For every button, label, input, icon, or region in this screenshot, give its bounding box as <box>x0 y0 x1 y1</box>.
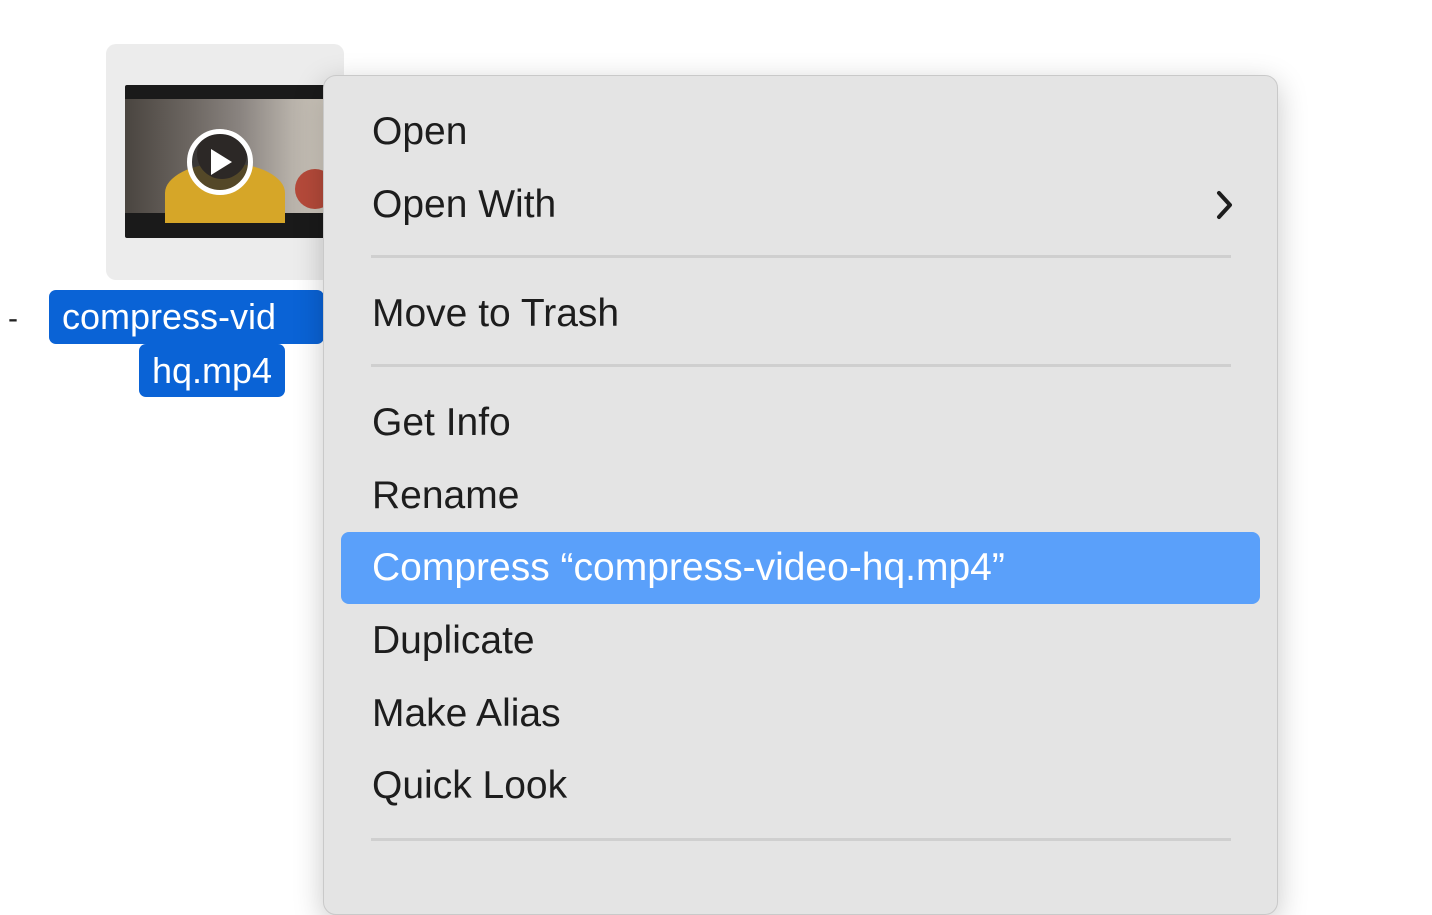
menu-item-make-alias[interactable]: Make Alias <box>341 678 1260 750</box>
menu-item-label: Move to Trash <box>372 292 620 335</box>
menu-item-quick-look[interactable]: Quick Look <box>341 750 1260 822</box>
menu-item-label: Open <box>372 110 468 153</box>
stray-dash-text: - <box>8 302 18 335</box>
menu-item-label: Get Info <box>372 401 511 444</box>
menu-item-open-with[interactable]: Open With <box>341 169 1260 241</box>
menu-item-label: Compress “compress-video-hq.mp4” <box>372 546 1005 589</box>
context-menu: Open Open With Move to Trash Get Info Re… <box>323 75 1278 915</box>
video-thumbnail <box>125 85 335 238</box>
chevron-right-icon <box>1216 169 1234 241</box>
play-icon <box>187 129 253 195</box>
menu-item-label: Duplicate <box>372 619 535 662</box>
menu-item-label: Open With <box>372 183 557 226</box>
menu-separator <box>371 364 1231 367</box>
menu-item-rename[interactable]: Rename <box>341 460 1260 532</box>
menu-item-open[interactable]: Open <box>341 96 1260 168</box>
menu-item-get-info[interactable]: Get Info <box>341 387 1260 459</box>
menu-item-duplicate[interactable]: Duplicate <box>341 605 1260 677</box>
menu-item-compress[interactable]: Compress “compress-video-hq.mp4” <box>341 532 1260 604</box>
menu-item-label: Rename <box>372 474 520 517</box>
menu-item-label: Quick Look <box>372 764 568 807</box>
video-file-icon[interactable] <box>106 44 344 280</box>
menu-separator <box>371 255 1231 258</box>
file-name-label-line2[interactable]: hq.mp4 <box>139 344 286 397</box>
file-name-label-line1[interactable]: compress-vid <box>49 290 324 344</box>
menu-separator <box>371 838 1231 841</box>
menu-item-move-to-trash[interactable]: Move to Trash <box>341 278 1260 350</box>
menu-item-label: Make Alias <box>372 692 561 735</box>
